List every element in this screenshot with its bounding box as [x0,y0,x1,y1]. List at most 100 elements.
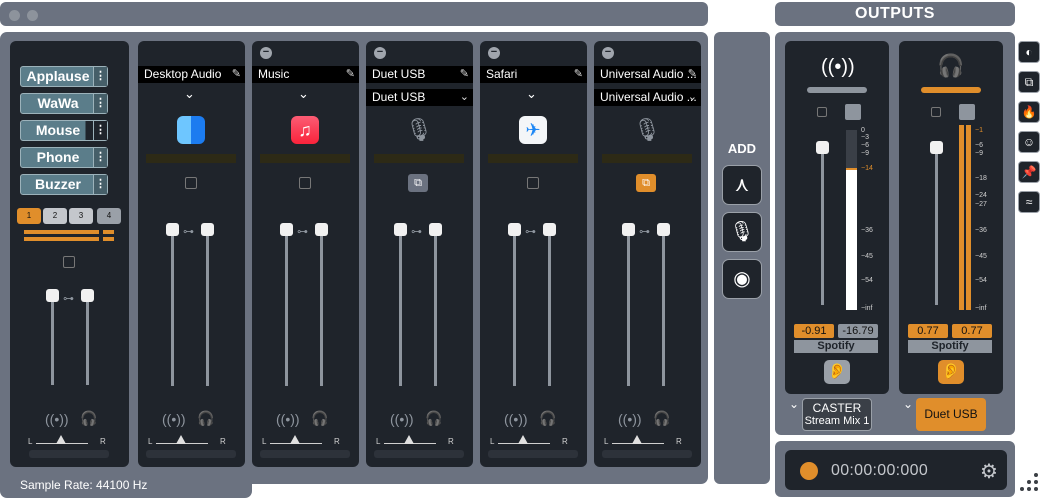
route-toggle-icon[interactable] [185,177,197,189]
sound-button-applause[interactable]: Applause ⋮ [20,66,108,87]
strip-scrollbar[interactable] [29,450,109,458]
fader-knob-left[interactable] [280,223,293,236]
link-icon[interactable]: ⊶ [411,225,422,238]
output-fader-track[interactable] [821,145,824,305]
route-toggle-icon[interactable] [527,177,539,189]
link-icon[interactable]: ⊶ [63,292,74,305]
emoji-button[interactable]: ☺ [1018,131,1040,153]
fader-knob-right[interactable] [543,223,556,236]
headphones-icon[interactable]: 🎧 [311,410,328,427]
output-device-button[interactable]: Duet USB [916,398,986,431]
fader-track-left[interactable] [51,293,54,385]
pan-marker-icon[interactable] [404,435,414,444]
sound-button-wawa[interactable]: WaWa ⋮ [20,93,108,114]
fader-knob-right[interactable] [81,289,94,302]
fader-knob-right[interactable] [429,223,442,236]
fader-knob-left[interactable] [166,223,179,236]
remove-source-button[interactable]: − [260,47,272,59]
sound-button-mouse[interactable]: Mouse ⋮ [20,120,108,141]
fader-track-right[interactable] [206,230,209,386]
gear-icon[interactable]: ⚙ [980,459,998,484]
menu-dots-icon[interactable] [1034,473,1038,477]
chevron-down-icon[interactable]: ⌄ [526,86,537,102]
pencil-icon[interactable]: ✎ [346,66,355,83]
headphones-muted-icon[interactable]: 🎧 [425,410,442,427]
broadcast-icon[interactable]: ((•)) [390,411,414,427]
headphones-icon[interactable]: 🎧 [80,410,97,427]
strip-scrollbar[interactable] [602,450,692,458]
fader-knob-left[interactable] [394,223,407,236]
fader-track-left[interactable] [513,230,516,386]
headphones-icon[interactable]: 🎧 [539,410,556,427]
chevron-down-icon[interactable]: ⌄ [184,86,195,102]
pencil-icon[interactable]: ✎ [574,66,583,83]
pan-control[interactable]: L R [376,433,456,447]
fader-track-right[interactable] [86,293,89,385]
bank-button-2[interactable]: 2 [43,208,67,224]
source-name-field[interactable]: Safari ✎ [480,66,587,83]
chevron-down-icon[interactable]: ⌄ [903,397,913,411]
link-icon[interactable]: ⊶ [639,225,650,238]
fader-track-left[interactable] [285,230,288,386]
route-toggle-icon[interactable]: ⧉ [408,174,428,192]
source-device-select[interactable]: Universal Audio ... ⌄ [594,89,701,106]
bank-button-4[interactable]: 4 [97,208,121,224]
broadcast-icon[interactable]: ((•)) [45,411,69,427]
source-name-field[interactable]: Duet USB ✎ [366,66,473,83]
strip-scrollbar[interactable] [488,450,578,458]
source-device-select[interactable]: Duet USB ⌄ [366,89,473,106]
remove-source-button[interactable]: − [602,47,614,59]
broadcast-icon[interactable]: ((•)) [276,411,300,427]
fader-track-right[interactable] [662,230,665,386]
fader-track-left[interactable] [399,230,402,386]
fader-track-right[interactable] [548,230,551,386]
add-app-button[interactable]: ⋏ [722,165,762,205]
route-toggle-icon[interactable] [63,256,75,268]
pin-button[interactable]: 📌 [1018,161,1040,183]
fader-track-left[interactable] [627,230,630,386]
chevron-down-icon[interactable]: ⌄ [298,86,309,102]
strip-scrollbar[interactable] [260,450,350,458]
fader-track-left[interactable] [171,230,174,386]
pan-marker-icon[interactable] [56,435,66,444]
headphones-icon[interactable]: 🎧 [197,410,214,427]
pan-control[interactable]: L R [28,433,108,447]
layout-button[interactable]: ⧉ [1018,71,1040,93]
pan-marker-icon[interactable] [632,435,642,444]
effects-button[interactable]: 🔥 [1018,101,1040,123]
wave-button[interactable]: ≈ [1018,191,1040,213]
fader-knob-right[interactable] [657,223,670,236]
add-device-button[interactable]: ◉ [722,259,762,299]
source-name-field[interactable]: Music ✎ [252,66,359,83]
fader-track-right[interactable] [434,230,437,386]
fader-knob-left[interactable] [622,223,635,236]
output-fader-track[interactable] [935,145,938,305]
meter-settings-icon[interactable] [959,104,975,120]
broadcast-icon[interactable]: ((•)) [618,411,642,427]
output-source-label[interactable]: Spotify [908,340,992,353]
route-toggle-icon[interactable] [299,177,311,189]
kebab-menu-icon[interactable]: ⋮ [93,94,107,113]
bank-button-1[interactable]: 1 [17,208,41,224]
headphones-muted-icon[interactable]: 🎧 [653,410,670,427]
broadcast-icon[interactable]: ((•)) [504,411,528,427]
record-button[interactable] [800,462,818,480]
source-name-field[interactable]: Desktop Audio ✎ [138,66,245,83]
output-device-button[interactable]: CASTER Stream Mix 1 [802,398,872,431]
route-toggle-icon[interactable] [931,107,941,117]
remove-source-button[interactable]: − [488,47,500,59]
kebab-menu-icon[interactable]: ⋮ [93,175,107,194]
pan-control[interactable]: L R [604,433,684,447]
sound-button-phone[interactable]: Phone ⋮ [20,147,108,168]
link-icon[interactable]: ⊶ [183,225,194,238]
theme-toggle-button[interactable]: ◐ [1018,41,1040,63]
kebab-menu-icon[interactable]: ⋮ [93,121,107,140]
remove-source-button[interactable]: − [374,47,386,59]
broadcast-icon[interactable]: ((•)) [162,411,186,427]
pan-marker-icon[interactable] [518,435,528,444]
output-fader-knob[interactable] [930,141,943,154]
chevron-down-icon[interactable]: ⌄ [789,397,799,411]
kebab-menu-icon[interactable]: ⋮ [93,67,107,86]
pencil-icon[interactable]: ✎ [460,66,469,83]
add-microphone-button[interactable]: 🎙 [722,212,762,252]
